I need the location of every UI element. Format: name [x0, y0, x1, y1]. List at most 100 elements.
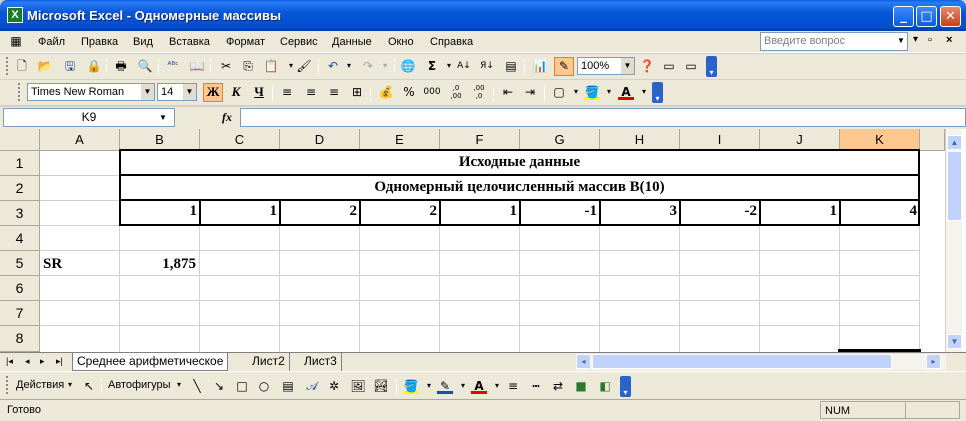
menu-view[interactable]: Вид [133, 36, 153, 48]
increase-indent-icon[interactable]: ⇥ [522, 84, 538, 100]
redo-dropdown-icon[interactable]: ▾ [377, 58, 393, 74]
spelling-icon[interactable]: ᴬᴮᶜ [165, 58, 181, 74]
rectangle-icon[interactable]: □ [234, 378, 250, 394]
zoom-dropdown-icon[interactable]: ▼ [621, 58, 634, 74]
menu-edit[interactable]: Правка [81, 36, 118, 48]
copy-icon[interactable]: ⎘ [240, 58, 256, 74]
scroll-down-icon[interactable]: ▼ [947, 334, 962, 349]
actions-dropdown-icon[interactable]: ▾ [68, 380, 72, 389]
row-header-1[interactable]: 1 [0, 151, 40, 176]
format-painter-icon[interactable]: 🖌 [296, 58, 312, 74]
font-color-icon[interactable]: A [618, 84, 634, 100]
decrease-indent-icon[interactable]: ⇤ [500, 84, 516, 100]
merge-center-icon[interactable]: ⊞ [349, 84, 365, 100]
col-header-h[interactable]: H [600, 129, 680, 151]
col-header-e[interactable]: E [360, 129, 440, 151]
row-header-3[interactable]: 3 [0, 201, 40, 226]
shadow-icon[interactable]: ■ [573, 378, 589, 394]
arrow-style-icon[interactable]: ⇄ [550, 378, 566, 394]
clipart-icon[interactable]: 🖼 [350, 378, 366, 394]
redo-icon[interactable]: ↷ [360, 58, 376, 74]
col-header-i[interactable]: I [680, 129, 760, 151]
cell-k3[interactable]: 4 [841, 203, 918, 220]
toolbar-options-icon[interactable]: ▭ [661, 58, 677, 74]
cell-title-array[interactable]: Одномерный целочисленный массив В(10) [119, 174, 920, 201]
col-header-j[interactable]: J [760, 129, 840, 151]
bar-chart-icon[interactable]: 📊 [532, 58, 548, 74]
line-style-icon[interactable]: ≡ [505, 378, 521, 394]
row-header-5[interactable]: 5 [0, 251, 40, 276]
underline-button[interactable]: Ч [251, 84, 267, 100]
toolbar-more-icon[interactable]: ▾ [706, 56, 717, 77]
cell-d3[interactable]: 2 [281, 203, 358, 220]
arrow-icon[interactable]: ↘ [211, 378, 227, 394]
autoshapes-dropdown-icon[interactable]: ▾ [177, 380, 181, 389]
menu-insert[interactable]: Вставка [169, 36, 210, 48]
drawing-toggle-icon[interactable]: ✎ [554, 57, 574, 76]
zoom-combo[interactable]: 100% ▼ [577, 57, 635, 75]
drawing-toolbar-grip[interactable] [6, 376, 10, 394]
cell-h3[interactable]: 3 [601, 203, 678, 220]
autoshapes-menu[interactable]: Автофигуры [108, 379, 171, 391]
col-header-b[interactable]: B [120, 129, 200, 151]
line-icon[interactable]: ╲ [189, 378, 205, 394]
menu-help[interactable]: Справка [430, 36, 473, 48]
cut-icon[interactable]: ✂ [218, 58, 234, 74]
autosum-icon[interactable]: Σ [424, 58, 440, 74]
open-icon[interactable]: 📂 [37, 58, 53, 74]
toolbar-options2-icon[interactable]: ▭ [683, 58, 699, 74]
3d-icon[interactable]: ◧ [597, 378, 613, 394]
research-icon[interactable]: 📖 [189, 58, 205, 74]
doc-restore-icon[interactable]: ▫ [928, 34, 932, 46]
sheet-tab-2[interactable]: Лист2 [248, 353, 290, 371]
question-input[interactable]: Введите вопрос [760, 32, 908, 51]
menu-format[interactable]: Формат [226, 36, 265, 48]
col-header-g[interactable]: G [520, 129, 600, 151]
italic-button[interactable]: К [228, 84, 244, 100]
font-color-draw-dropdown-icon[interactable]: ▾ [489, 378, 505, 394]
name-box-dropdown-icon[interactable]: ▼ [159, 113, 167, 122]
font-combo[interactable]: Times New Roman ▼ [27, 83, 155, 101]
drawing-toolbar-more-icon[interactable]: ▾ [620, 376, 631, 397]
print-icon[interactable]: 🖶 [113, 58, 129, 74]
question-dropdown-icon[interactable]: ▼ [897, 36, 905, 45]
scroll-up-icon[interactable]: ▲ [947, 135, 962, 150]
fx-icon[interactable]: fx [222, 110, 232, 125]
align-left-icon[interactable]: ≡ [279, 84, 295, 100]
col-header-c[interactable]: C [200, 129, 280, 151]
cell-b5[interactable]: 1,875 [121, 256, 196, 273]
percent-button[interactable]: % [401, 84, 417, 100]
minimize-button[interactable]: _ [893, 6, 914, 27]
last-sheet-icon[interactable]: ▸| [56, 356, 63, 367]
cell-g3[interactable]: -1 [521, 203, 598, 220]
next-sheet-icon[interactable]: ▸ [40, 356, 45, 367]
select-all-corner[interactable] [0, 129, 40, 151]
save-icon[interactable]: 🖫 [62, 58, 78, 74]
align-right-icon[interactable]: ≡ [326, 84, 342, 100]
font-dropdown-icon[interactable]: ▼ [141, 84, 154, 100]
borders-icon[interactable]: ▢ [551, 84, 567, 100]
cell-c3[interactable]: 1 [201, 203, 278, 220]
cell-e3[interactable]: 2 [361, 203, 438, 220]
oval-icon[interactable]: ○ [256, 378, 272, 394]
doc-close-icon[interactable]: × [946, 34, 952, 46]
row-header-6[interactable]: 6 [0, 276, 40, 301]
textbox-icon[interactable]: ▤ [280, 378, 296, 394]
permission-icon[interactable]: 🔒 [86, 58, 102, 74]
undo-icon[interactable]: ↶ [325, 58, 341, 74]
help-icon[interactable]: ❓ [639, 58, 655, 74]
cell-f3[interactable]: 1 [441, 203, 518, 220]
menu-tools[interactable]: Сервис [280, 36, 318, 48]
fill-color-dropdown-icon[interactable]: ▾ [601, 84, 617, 100]
sort-descending-icon[interactable]: Я↓ [479, 58, 495, 74]
autosum-dropdown-icon[interactable]: ▾ [441, 58, 457, 74]
currency-icon[interactable]: 💰 [378, 84, 394, 100]
format-toolbar-more-icon[interactable]: ▾ [652, 82, 663, 103]
col-header-a[interactable]: A [40, 129, 120, 151]
row-header-7[interactable]: 7 [0, 301, 40, 326]
menu-file[interactable]: Файл [38, 36, 65, 48]
picture-icon[interactable]: 🏞 [373, 378, 389, 394]
hyperlink-icon[interactable]: 🌐 [400, 58, 416, 74]
cell-title-source-data[interactable]: Исходные данные [119, 149, 920, 176]
menu-window[interactable]: Окно [388, 36, 414, 48]
